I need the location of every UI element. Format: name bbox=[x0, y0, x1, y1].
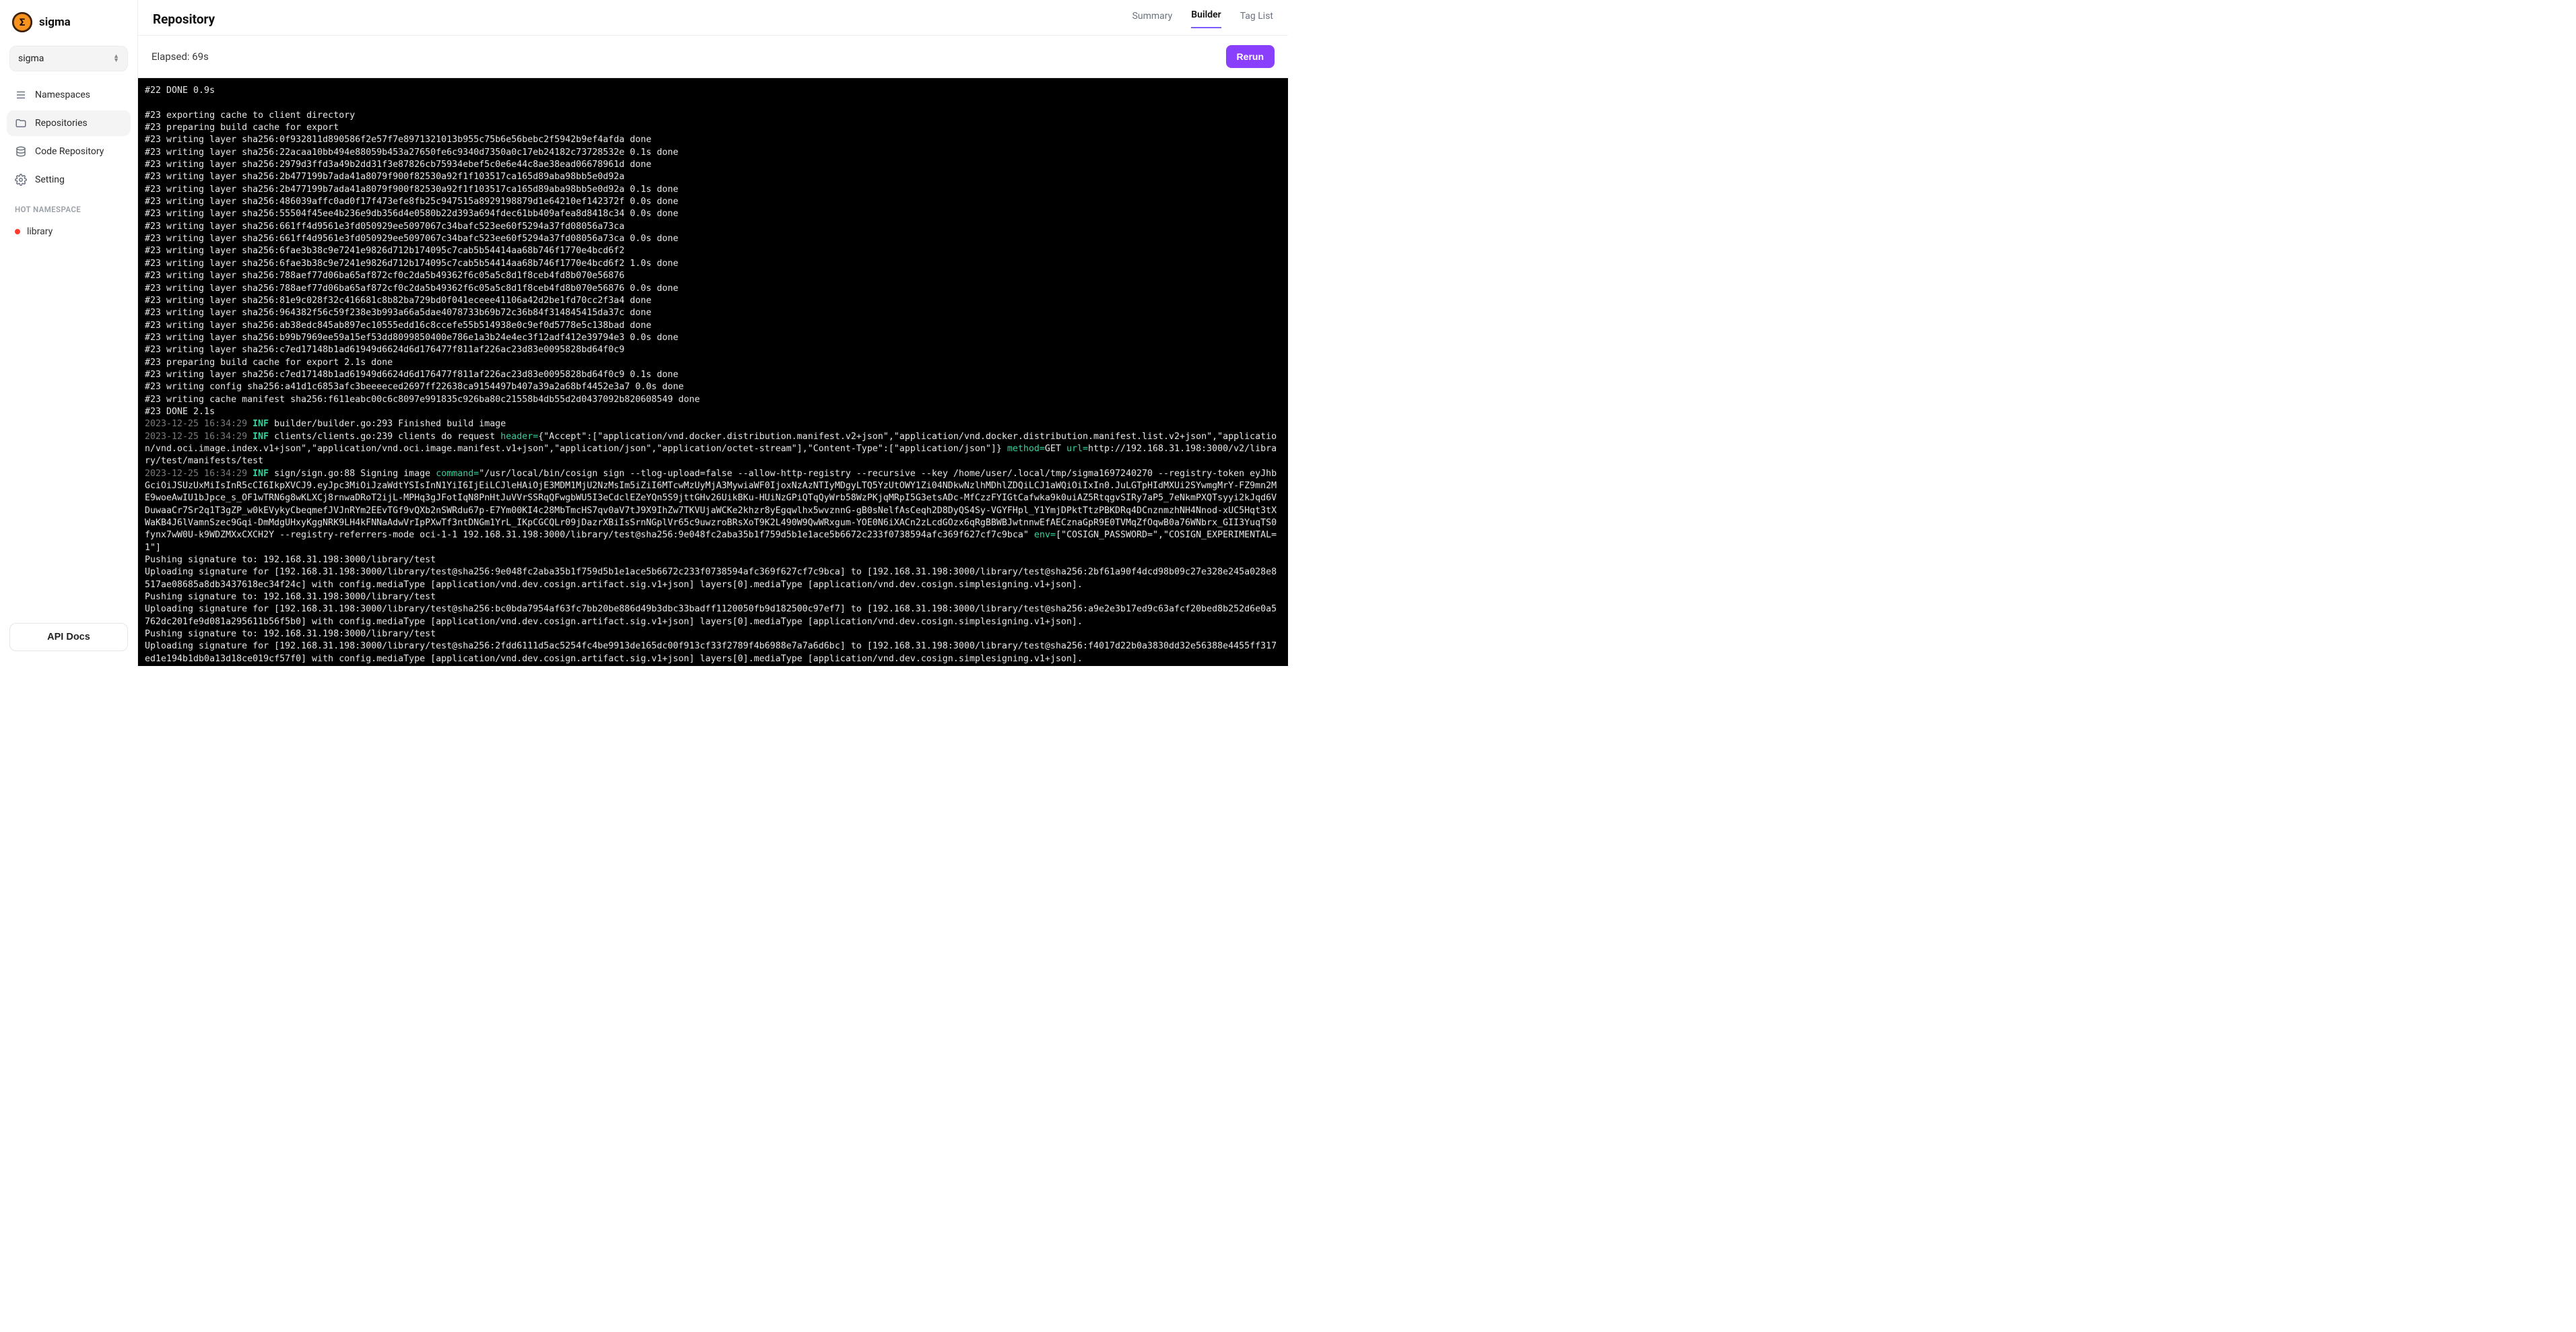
nav-item-code-repository[interactable]: Code Repository bbox=[7, 139, 131, 164]
api-docs-button[interactable]: API Docs bbox=[9, 623, 128, 651]
brand[interactable]: Σ sigma bbox=[7, 9, 131, 42]
project-selector[interactable]: sigma ▲▼ bbox=[9, 46, 128, 71]
tab-label: Tag List bbox=[1240, 11, 1273, 22]
log-line: Uploading signature for [192.168.31.198:… bbox=[145, 640, 1280, 665]
tab-label: Builder bbox=[1191, 9, 1221, 20]
nav-item-namespaces[interactable]: Namespaces bbox=[7, 82, 131, 108]
tab-tag-list[interactable]: Tag List bbox=[1240, 11, 1273, 28]
log-line: #23 writing layer sha256:788aef77d06ba65… bbox=[145, 283, 1280, 295]
hot-namespace-label: library bbox=[27, 226, 53, 237]
log-line: #23 writing config sha256:a41d1c6853afc3… bbox=[145, 381, 1280, 393]
header: Repository Summary Builder Tag List bbox=[138, 0, 1288, 36]
log-line: #23 writing layer sha256:6fae3b38c9e7241… bbox=[145, 258, 1280, 270]
nav-item-repositories[interactable]: Repositories bbox=[7, 110, 131, 136]
log-line: Pushing signature to: 192.168.31.198:300… bbox=[145, 628, 1280, 640]
tab-summary[interactable]: Summary bbox=[1132, 11, 1173, 28]
stack-icon bbox=[15, 145, 27, 158]
log-line: #23 writing layer sha256:964382f56c59f23… bbox=[145, 307, 1280, 319]
log-line: #23 writing layer sha256:6fae3b38c9e7241… bbox=[145, 245, 1280, 257]
log-line: #23 exporting cache to client directory bbox=[145, 110, 1280, 122]
build-log-terminal[interactable]: #22 DONE 0.9s #23 exporting cache to cli… bbox=[138, 78, 1288, 666]
log-line: #23 writing layer sha256:22acaa10bb494e8… bbox=[145, 147, 1280, 159]
sidebar: Σ sigma sigma ▲▼ Namespaces Repositories bbox=[0, 0, 138, 666]
log-line: #23 writing layer sha256:0f932811d890586… bbox=[145, 134, 1280, 146]
log-line: #23 writing layer sha256:55504f45ee4b236… bbox=[145, 208, 1280, 220]
nav-item-label: Repositories bbox=[35, 118, 88, 129]
brand-logo: Σ bbox=[12, 12, 32, 32]
log-line: #23 writing layer sha256:2b477199b7ada41… bbox=[145, 184, 1280, 196]
rerun-label: Rerun bbox=[1237, 51, 1264, 62]
log-line: 2023-12-25 16:34:29 INF clients/clients.… bbox=[145, 431, 1280, 468]
elapsed-label: Elapsed: 69s bbox=[151, 51, 209, 63]
log-line: #23 preparing build cache for export bbox=[145, 122, 1280, 134]
log-line bbox=[145, 97, 1280, 109]
brand-logo-letter: Σ bbox=[20, 16, 26, 28]
brand-name: sigma bbox=[39, 15, 71, 29]
page-title: Repository bbox=[153, 11, 215, 27]
rerun-button[interactable]: Rerun bbox=[1226, 45, 1275, 68]
log-line: #23 writing layer sha256:2979d3ffd3a49b2… bbox=[145, 159, 1280, 171]
status-dot-icon bbox=[15, 229, 20, 234]
log-line: #23 writing layer sha256:486039affc0ad0f… bbox=[145, 196, 1280, 208]
log-line: #23 writing layer sha256:661ff4d9561e3fd… bbox=[145, 233, 1280, 245]
project-selector-value: sigma bbox=[18, 53, 44, 64]
log-line: #23 writing cache manifest sha256:f611ea… bbox=[145, 394, 1280, 406]
subbar: Elapsed: 69s Rerun bbox=[138, 36, 1288, 78]
nav-item-label: Setting bbox=[35, 174, 65, 185]
hot-namespace-item[interactable]: library bbox=[7, 221, 131, 242]
gear-icon bbox=[15, 174, 27, 186]
log-line: #23 writing layer sha256:788aef77d06ba65… bbox=[145, 270, 1280, 282]
log-line: #23 writing layer sha256:c7ed17148b1ad61… bbox=[145, 344, 1280, 356]
nav-item-setting[interactable]: Setting bbox=[7, 167, 131, 193]
log-line: #23 writing layer sha256:661ff4d9561e3fd… bbox=[145, 221, 1280, 233]
main: Repository Summary Builder Tag List Elap… bbox=[138, 0, 1288, 666]
log-line: 2023-12-25 16:34:29 INF builder/builder.… bbox=[145, 418, 1280, 430]
nav-item-label: Namespaces bbox=[35, 90, 90, 100]
log-line: Uploading signature for [192.168.31.198:… bbox=[145, 566, 1280, 591]
tabs: Summary Builder Tag List bbox=[1132, 9, 1273, 28]
tab-builder[interactable]: Builder bbox=[1191, 9, 1221, 28]
chevron-updown-icon: ▲▼ bbox=[113, 55, 119, 63]
log-line: Uploading signature for [192.168.31.198:… bbox=[145, 603, 1280, 628]
log-line: #23 writing layer sha256:81e9c028f32c416… bbox=[145, 295, 1280, 307]
log-line: #23 DONE 2.1s bbox=[145, 406, 1280, 418]
primary-nav: Namespaces Repositories Code Repository … bbox=[7, 82, 131, 193]
log-line: Pushing signature to: 192.168.31.198:300… bbox=[145, 591, 1280, 603]
hot-namespace-heading: HOT NAMESPACE bbox=[7, 193, 131, 221]
log-line: #23 writing layer sha256:2b477199b7ada41… bbox=[145, 171, 1280, 183]
log-line: #23 writing layer sha256:c7ed17148b1ad61… bbox=[145, 369, 1280, 381]
log-line: Pushing signature to: 192.168.31.198:300… bbox=[145, 554, 1280, 566]
log-line: #23 preparing build cache for export 2.1… bbox=[145, 357, 1280, 369]
log-line: 2023-12-25 16:34:30 INF builder/cache.go… bbox=[145, 665, 1280, 666]
log-line: #23 writing layer sha256:ab38edc845ab897… bbox=[145, 320, 1280, 332]
folder-icon bbox=[15, 117, 27, 129]
api-docs-label: API Docs bbox=[47, 632, 90, 642]
list-icon bbox=[15, 89, 27, 101]
log-line: #22 DONE 0.9s bbox=[145, 85, 1280, 97]
log-line: 2023-12-25 16:34:29 INF sign/sign.go:88 … bbox=[145, 468, 1280, 554]
nav-item-label: Code Repository bbox=[35, 146, 104, 157]
tab-label: Summary bbox=[1132, 11, 1173, 22]
log-line: #23 writing layer sha256:b99b7969ee59a15… bbox=[145, 332, 1280, 344]
